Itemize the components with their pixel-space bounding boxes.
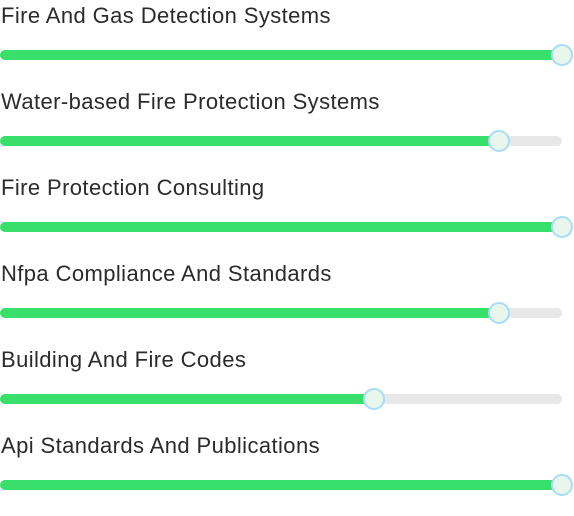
slider-handle[interactable] [362,388,385,410]
progress-fill [0,480,562,490]
progress-track[interactable] [0,44,573,66]
progress-track[interactable] [0,474,573,496]
slider-handle[interactable] [488,130,511,152]
slider-handle[interactable] [551,474,573,496]
skills-list: Fire And Gas Detection Systems Water-bas… [0,0,574,498]
progress-fill [0,308,500,318]
skill-item: Water-based Fire Protection Systems [0,86,574,172]
skill-label: Fire Protection Consulting [1,175,265,200]
slider-handle[interactable] [551,216,573,238]
skill-label: Api Standards And Publications [1,433,320,458]
skill-label: Fire And Gas Detection Systems [1,3,331,28]
progress-track[interactable] [0,216,573,238]
slider-handle[interactable] [488,302,511,324]
progress-fill [0,222,562,232]
skill-label: Water-based Fire Protection Systems [1,89,380,114]
skill-item: Nfpa Compliance And Standards [0,258,574,344]
skill-item: Fire And Gas Detection Systems [0,0,574,86]
progress-track[interactable] [0,302,562,324]
skill-label: Building And Fire Codes [1,347,247,372]
progress-fill [0,394,374,404]
progress-track[interactable] [0,130,562,152]
skill-item: Fire Protection Consulting [0,172,574,258]
slider-handle[interactable] [551,44,573,66]
skill-item: Api Standards And Publications [0,430,574,516]
progress-fill [0,50,562,60]
skill-item: Building And Fire Codes [0,344,574,430]
skill-label: Nfpa Compliance And Standards [1,261,332,286]
progress-fill [0,136,500,146]
progress-track[interactable] [0,388,562,410]
